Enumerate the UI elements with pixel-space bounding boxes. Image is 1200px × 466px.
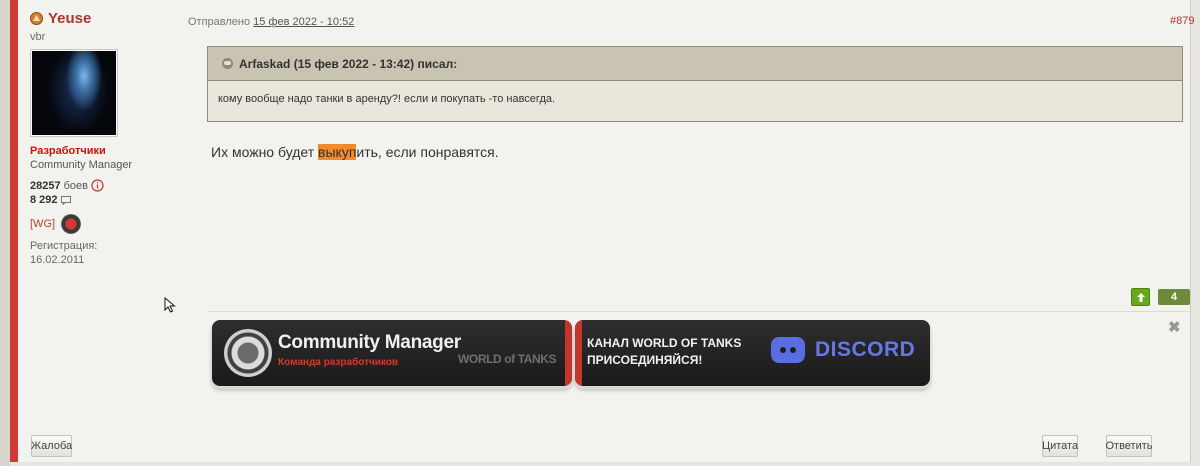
- registration-label: Регистрация:: [30, 240, 98, 252]
- banner-subtitle: Команда разработчиков: [278, 357, 399, 368]
- clan-tag-link[interactable]: [WG]: [30, 218, 55, 230]
- reputation-area: 4: [1131, 288, 1190, 306]
- author-subtitle: vbr: [30, 31, 46, 43]
- reputation-count: 4: [1158, 289, 1190, 305]
- avatar[interactable]: [30, 49, 118, 137]
- quote-icon: [222, 58, 233, 69]
- clan-emblem-icon[interactable]: [61, 214, 82, 234]
- online-status-icon: [30, 12, 43, 25]
- info-icon[interactable]: [91, 179, 104, 192]
- sent-label: Отправлено: [188, 16, 251, 28]
- battles-stat: 28257 боев: [30, 179, 180, 192]
- search-highlight: выкуп: [318, 144, 357, 160]
- post-body: Их можно будет выкупить, если понравятся…: [211, 144, 499, 160]
- wg-logo-icon: [224, 329, 272, 377]
- banner-stripe: [565, 320, 572, 386]
- discord-logo-icon: [771, 337, 805, 363]
- posts-stat: 8 292: [30, 194, 180, 206]
- post-date-link[interactable]: 15 фев 2022 - 10:52: [253, 16, 354, 28]
- quote-author: Arfaskad (15 фев 2022 - 13:42) писал:: [239, 56, 458, 71]
- close-signature-icon[interactable]: ✖: [1168, 318, 1181, 336]
- post-accent-border: [10, 0, 18, 462]
- quote-block: Arfaskad (15 фев 2022 - 13:42) писал: ко…: [207, 46, 1183, 122]
- posts-count: 8 292: [30, 194, 58, 206]
- page-left-strip: [0, 0, 10, 466]
- banner-title: Community Manager: [278, 332, 461, 353]
- battles-label: боев: [63, 179, 88, 192]
- registration-date: 16.02.2011: [30, 254, 85, 266]
- signature-divider: [208, 311, 1190, 312]
- mouse-cursor-icon: [164, 297, 176, 313]
- community-manager-banner[interactable]: Community Manager Команда разработчиков …: [212, 320, 572, 386]
- quote-header: Arfaskad (15 фев 2022 - 13:42) писал:: [208, 47, 1182, 81]
- author-panel: Yeuse vbr Разработчики Community Manager…: [30, 10, 180, 266]
- clan-row: [WG]: [30, 214, 180, 234]
- avatar-image: [32, 51, 116, 135]
- forum-post: Yeuse vbr Разработчики Community Manager…: [10, 0, 1194, 462]
- quote-text: кому вообще надо танки в аренду?! если и…: [218, 93, 556, 105]
- arrow-up-icon: [1136, 292, 1145, 302]
- post-meta: Отправлено 15 фев 2022 - 10:52: [188, 16, 354, 28]
- wot-logo: WORLD of TANKS: [458, 352, 557, 366]
- discord-line2: ПРИСОЕДИНЯЙСЯ!: [587, 353, 703, 367]
- battles-count: 28257: [30, 179, 61, 192]
- post-text-start: Их можно будет: [211, 144, 319, 160]
- report-button[interactable]: Жалоба: [31, 435, 72, 457]
- speech-bubble-icon: [60, 195, 71, 205]
- discord-banner[interactable]: КАНАЛ WORLD OF TANKS ПРИСОЕДИНЯЙСЯ! DISC…: [575, 320, 930, 386]
- banner-stripe: [575, 320, 582, 386]
- author-group: Разработчики: [30, 145, 106, 157]
- quote-button[interactable]: Цитата: [1042, 435, 1078, 457]
- post-number-link[interactable]: #879: [1170, 15, 1194, 27]
- author-role: Community Manager: [30, 159, 133, 171]
- author-name-row: Yeuse: [30, 10, 180, 27]
- discord-line1: КАНАЛ WORLD OF TANKS: [587, 336, 742, 350]
- discord-word: DISCORD: [815, 338, 916, 361]
- vote-up-button[interactable]: [1131, 288, 1150, 306]
- post-text-end: ить, если понравятся.: [356, 144, 499, 160]
- reply-button[interactable]: Ответить: [1105, 435, 1153, 457]
- author-name-link[interactable]: Yeuse: [48, 10, 91, 27]
